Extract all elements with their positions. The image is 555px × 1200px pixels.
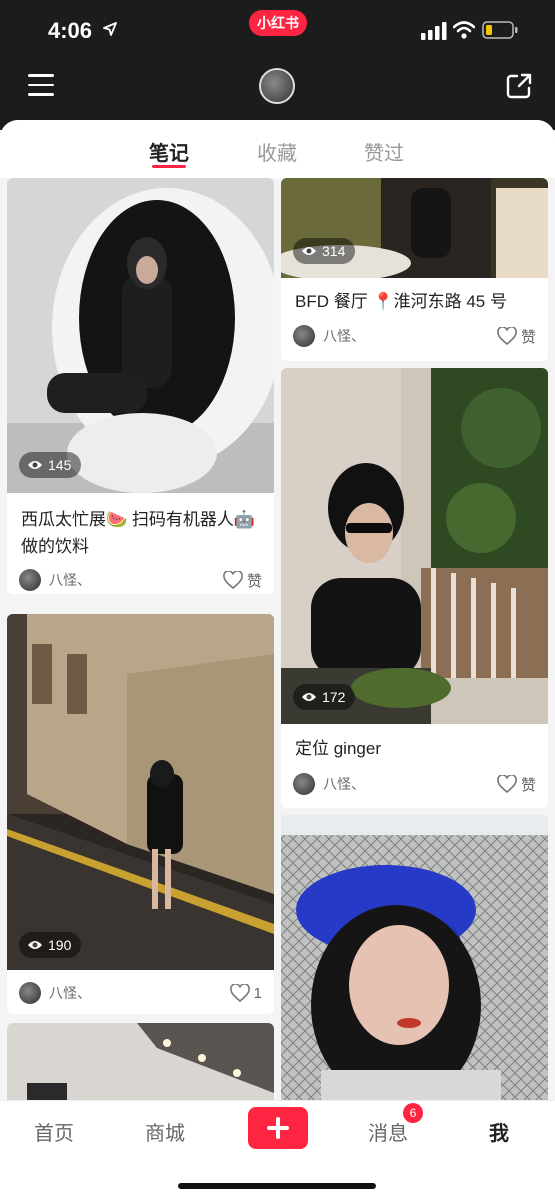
menu-line <box>28 93 54 96</box>
heart-icon <box>229 984 250 1002</box>
note-title: BFD 餐厅 📍淮河东路 45 号 <box>295 292 507 311</box>
nav-messages[interactable]: 消息 <box>368 1117 408 1146</box>
view-count: 314 <box>322 243 346 259</box>
author-avatar[interactable] <box>19 569 41 591</box>
plus-icon <box>267 1117 289 1139</box>
view-count: 145 <box>48 457 72 473</box>
note-card[interactable]: 314 BFD 餐厅 📍淮河东路 45 号 八怪、 赞 <box>281 178 548 361</box>
author-row: 八怪、 赞 <box>19 568 262 592</box>
note-photo <box>281 815 548 1100</box>
note-photo <box>281 368 548 724</box>
view-count: 172 <box>322 689 346 705</box>
heart-icon <box>497 327 517 345</box>
nav-home[interactable]: 首页 <box>34 1117 74 1146</box>
tab-collections[interactable]: 收藏 <box>257 137 297 166</box>
author-row: 八怪、 赞 <box>293 772 536 796</box>
location-arrow-icon <box>103 22 117 36</box>
like-button[interactable]: 赞 <box>497 326 536 347</box>
content-sheet: 笔记 收藏 赞过 145 西瓜太忙展🍉 扫码有机器人🤖做的饮料 八怪、 赞 19… <box>0 120 555 1100</box>
eye-icon <box>28 461 42 469</box>
note-card[interactable]: 172 定位 ginger 八怪、 赞 <box>281 368 548 808</box>
note-photo <box>7 1023 274 1100</box>
eye-icon <box>302 247 316 255</box>
author-name[interactable]: 八怪、 <box>49 983 230 1003</box>
author-row: 八怪、 1 <box>19 981 262 1005</box>
profile-tabs: 笔记 收藏 赞过 <box>0 120 555 178</box>
author-name[interactable]: 八怪、 <box>323 326 497 346</box>
top-bar: 4:06 小红书 <box>0 0 555 130</box>
note-title: 定位 ginger <box>295 739 381 758</box>
author-name[interactable]: 八怪、 <box>49 570 223 590</box>
app-name-pill[interactable]: 小红书 <box>249 10 307 36</box>
status-time: 4:06 <box>48 18 93 43</box>
create-note-button[interactable] <box>248 1107 308 1149</box>
like-label: 赞 <box>520 776 536 794</box>
view-count: 190 <box>48 937 72 953</box>
like-button[interactable]: 1 <box>229 984 262 1002</box>
like-label: 1 <box>253 984 262 1002</box>
messages-badge: 6 <box>403 1103 423 1123</box>
screen: 4:06 小红书 笔记 收藏 赞过 145 西瓜太忙展🍉 扫码有机器人🤖做的饮料… <box>0 0 555 1200</box>
nav-mall[interactable]: 商城 <box>145 1117 185 1146</box>
eye-icon <box>302 693 316 701</box>
profile-avatar[interactable] <box>259 68 295 104</box>
like-label: 赞 <box>520 328 536 346</box>
author-name[interactable]: 八怪、 <box>323 774 497 794</box>
note-title: 西瓜太忙展🍉 扫码有机器人🤖做的饮料 <box>21 510 256 556</box>
view-count-badge: 145 <box>19 452 82 478</box>
active-tab-indicator <box>152 165 186 168</box>
author-avatar[interactable] <box>19 982 41 1004</box>
like-button[interactable]: 赞 <box>223 570 262 591</box>
heart-icon <box>497 775 517 793</box>
like-button[interactable]: 赞 <box>497 774 536 795</box>
like-label: 赞 <box>246 572 262 590</box>
cellular-signal-icon <box>421 22 447 40</box>
author-avatar[interactable] <box>293 325 315 347</box>
note-photo <box>7 178 274 493</box>
view-count-badge: 314 <box>293 238 356 264</box>
wifi-icon <box>453 21 475 39</box>
menu-line <box>28 74 54 77</box>
heart-icon <box>223 571 243 589</box>
note-photo <box>7 614 274 970</box>
share-icon[interactable] <box>505 72 533 100</box>
bottom-nav: 首页 商城 消息 6 我 <box>0 1100 555 1200</box>
tab-notes[interactable]: 笔记 <box>149 137 189 166</box>
author-avatar[interactable] <box>293 773 315 795</box>
battery-icon <box>482 21 518 39</box>
eye-icon <box>28 941 42 949</box>
view-count-badge: 190 <box>19 932 82 958</box>
nav-me[interactable]: 我 <box>489 1117 509 1146</box>
note-card[interactable] <box>7 1023 274 1100</box>
home-indicator <box>178 1183 376 1189</box>
menu-line <box>28 83 54 86</box>
note-card[interactable]: 190 八怪、 1 <box>7 614 274 1014</box>
note-card[interactable]: 145 西瓜太忙展🍉 扫码有机器人🤖做的饮料 八怪、 赞 <box>7 178 274 594</box>
tab-liked[interactable]: 赞过 <box>364 137 404 166</box>
author-row: 八怪、 赞 <box>293 324 536 348</box>
view-count-badge: 172 <box>293 684 356 710</box>
note-card[interactable] <box>281 815 548 1100</box>
menu-button[interactable] <box>28 74 56 96</box>
